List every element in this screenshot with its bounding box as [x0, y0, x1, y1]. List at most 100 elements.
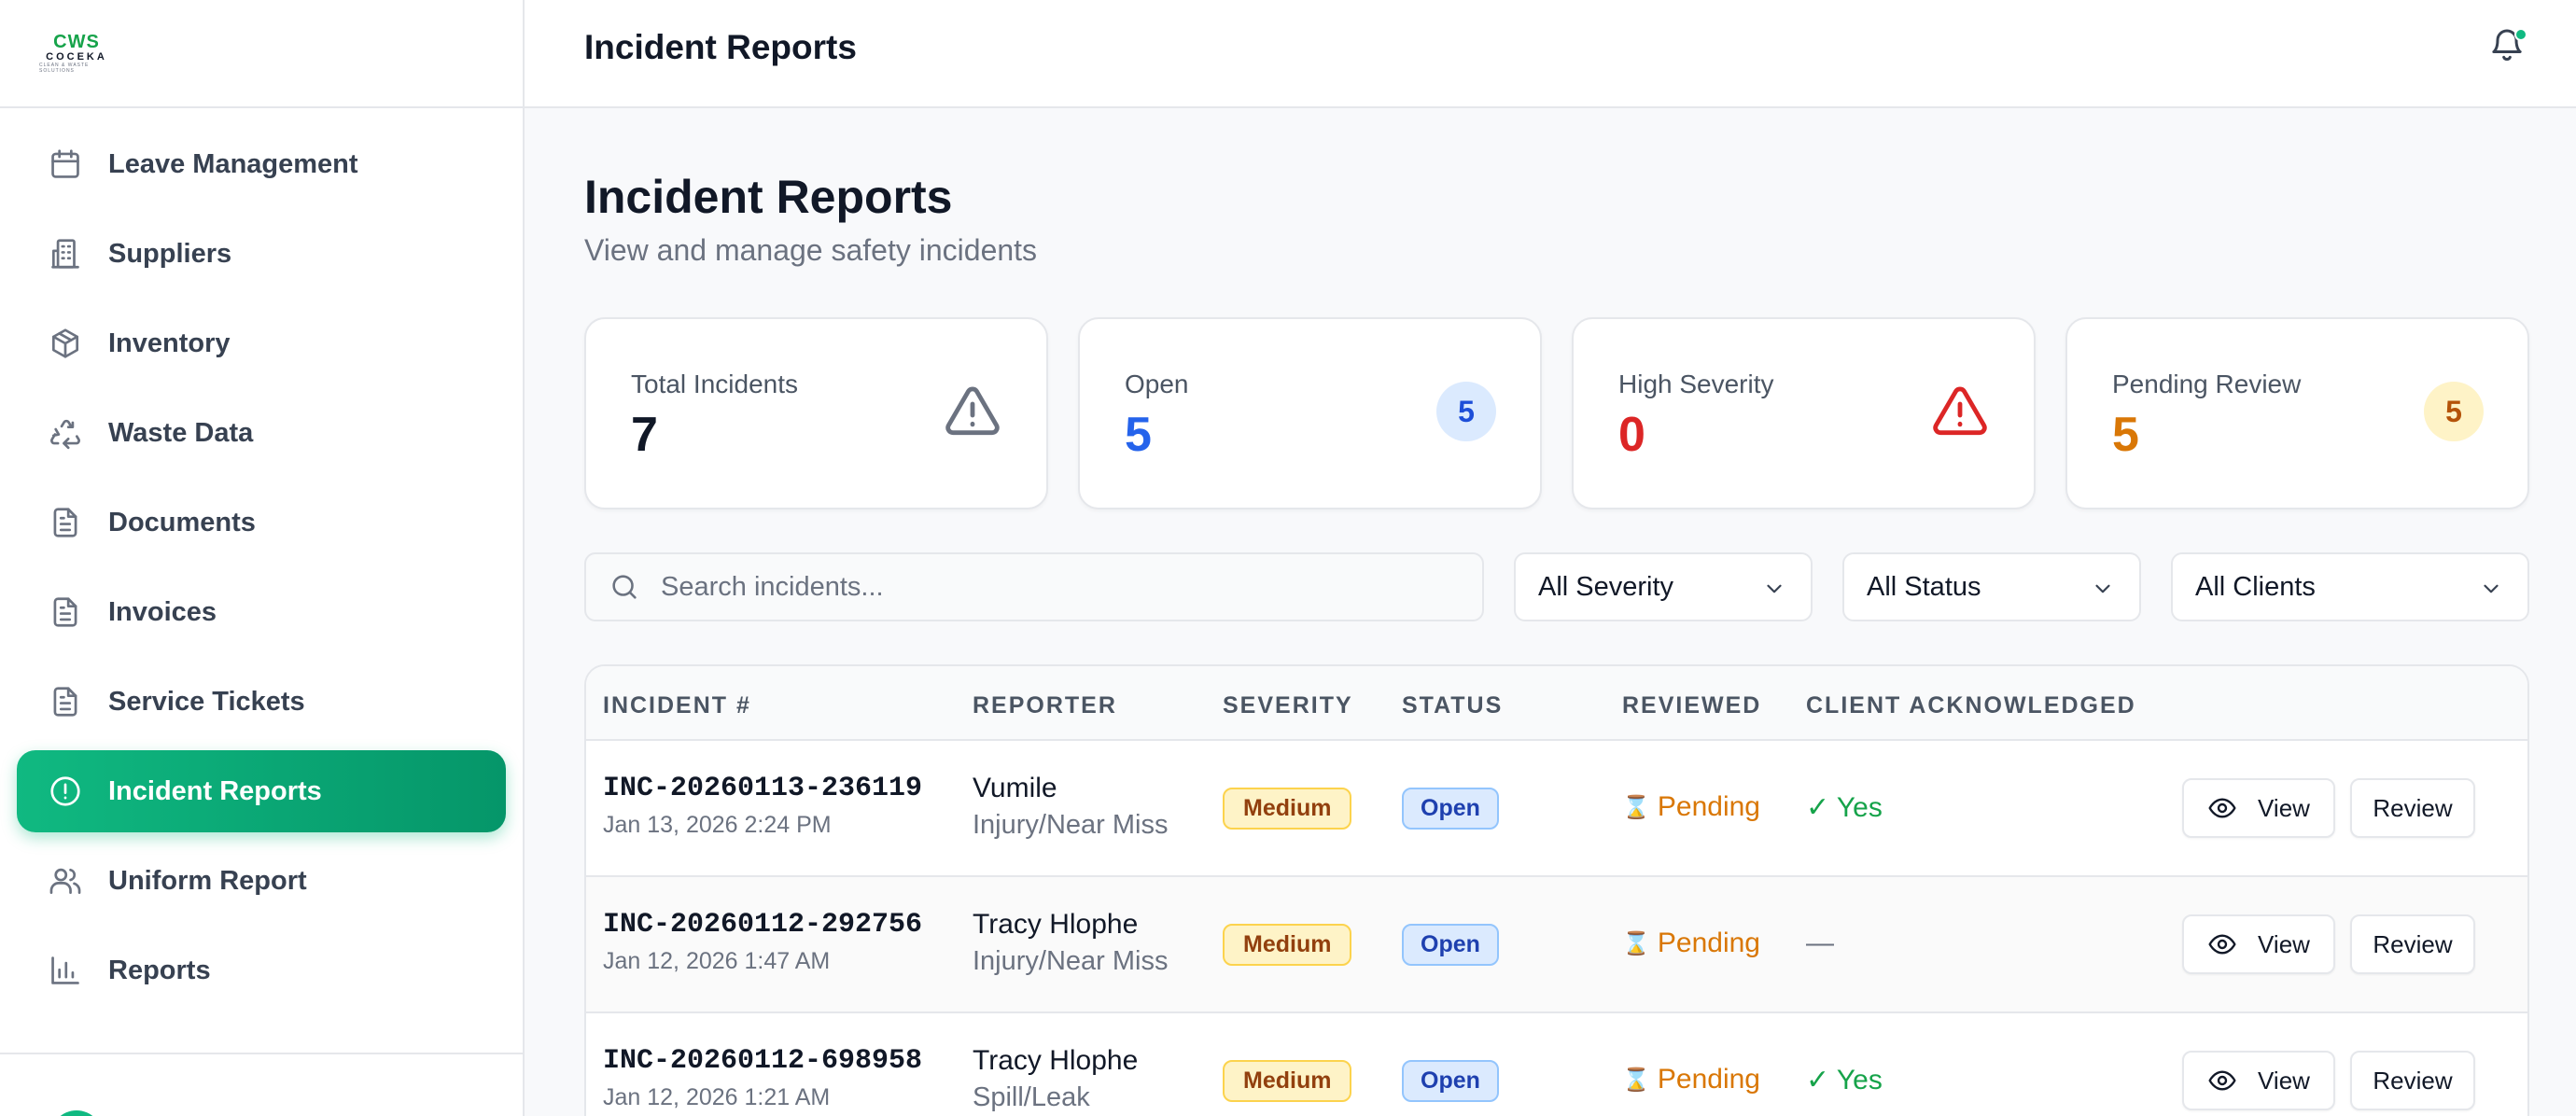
severity-filter-select[interactable]: All Severity: [1514, 552, 1813, 621]
reviewed-cell: ⌛ Pending: [1622, 1064, 1760, 1095]
warning-triangle-icon: [1929, 381, 1991, 442]
sidebar-item-incident-reports[interactable]: Incident Reports: [17, 750, 506, 832]
search-box: [584, 552, 1484, 621]
hourglass-icon: ⌛: [1622, 930, 1650, 956]
status-filter-select[interactable]: All Status: [1842, 552, 2141, 621]
recycle-icon: [47, 414, 84, 452]
document-icon: [47, 683, 84, 720]
stat-label: Open: [1125, 370, 1189, 398]
reviewed-status: Pending: [1657, 791, 1760, 822]
sidebar-item-label: Documents: [108, 507, 256, 537]
severity-cell: Medium: [1223, 924, 1352, 966]
company-logo[interactable]: CWS COCEKA CLEAN & WASTE SOLUTIONS: [39, 33, 114, 74]
stat-value: 7: [631, 408, 658, 462]
sidebar-item-uniform-report[interactable]: Uniform Report: [17, 840, 506, 922]
sidebar-item-invoices[interactable]: Invoices: [17, 571, 506, 653]
sidebar-item-label: Service Tickets: [108, 686, 305, 717]
review-button-label: Review: [2373, 1066, 2453, 1095]
box-icon: [47, 325, 84, 362]
pending-count-badge: 5: [2424, 382, 2484, 441]
column-header-reviewed[interactable]: REVIEWED: [1622, 692, 1761, 719]
review-button[interactable]: Review: [2350, 914, 2475, 974]
search-input[interactable]: [661, 571, 1463, 603]
severity-badge: Medium: [1223, 1060, 1352, 1102]
calendar-icon: [47, 146, 84, 183]
sidebar-item-label: Inventory: [108, 328, 231, 358]
sidebar-item-label: Incident Reports: [108, 775, 322, 806]
reviewed-cell: ⌛ Pending: [1622, 928, 1760, 959]
stat-card-high-severity: High Severity 0: [1572, 317, 2036, 509]
view-button-label: View: [2258, 793, 2310, 822]
view-button-label: View: [2258, 1066, 2310, 1095]
brand-area: CWS COCEKA CLEAN & WASTE SOLUTIONS: [0, 0, 523, 108]
top-bar: Incident Reports: [525, 0, 2576, 108]
sidebar-item-suppliers[interactable]: Suppliers: [17, 213, 506, 295]
stat-card-pending-review: Pending Review 5 5: [2065, 317, 2529, 509]
page-subtitle: View and manage safety incidents: [584, 233, 1038, 267]
sidebar-item-documents[interactable]: Documents: [17, 481, 506, 564]
sidebar-item-label: Invoices: [108, 596, 217, 627]
bar-chart-icon: [47, 952, 84, 989]
chevron-down-icon: [2484, 584, 2499, 593]
column-header-incident[interactable]: INCIDENT #: [603, 692, 751, 719]
clients-filter-value: All Clients: [2195, 571, 2316, 602]
review-button-label: Review: [2373, 929, 2453, 958]
reporter-cell: Tracy Hlophe Spill/Leak: [973, 1045, 1138, 1113]
reporter-cell: Vumile Injury/Near Miss: [973, 773, 1169, 841]
stat-label: High Severity: [1618, 370, 1774, 398]
stat-value: 5: [2112, 408, 2139, 462]
incident-cell: INC-20260112-698958 Jan 12, 2026 1:21 AM: [603, 1045, 922, 1111]
incident-number: INC-20260112-698958: [603, 1045, 923, 1077]
sidebar-item-label: Reports: [108, 955, 211, 985]
sidebar-item-label: Suppliers: [108, 238, 232, 269]
reporter-name: Vumile: [973, 773, 1057, 803]
notifications-button[interactable]: [2488, 26, 2529, 67]
incident-number: INC-20260113-236119: [603, 773, 923, 804]
review-button[interactable]: Review: [2350, 1051, 2475, 1110]
sidebar-footer: [0, 1053, 523, 1116]
table-row[interactable]: INC-20260112-292756 Jan 12, 2026 1:47 AM…: [586, 877, 2527, 1013]
column-header-status[interactable]: STATUS: [1402, 692, 1503, 719]
page-title: Incident Reports: [584, 171, 953, 223]
sidebar-item-waste-data[interactable]: Waste Data: [17, 392, 506, 474]
stat-value: 0: [1618, 408, 1645, 462]
sidebar-item-leave-management[interactable]: Leave Management: [17, 123, 506, 205]
view-button[interactable]: View: [2182, 778, 2335, 838]
logo-mark: CWS: [53, 32, 100, 52]
status-cell: Open: [1402, 788, 1499, 830]
eye-icon: [2208, 798, 2236, 818]
filters-bar: All Severity All Status All Clients: [584, 552, 2529, 621]
column-header-reporter[interactable]: REPORTER: [973, 692, 1117, 719]
stat-card-total-incidents: Total Incidents 7: [584, 317, 1048, 509]
status-cell: Open: [1402, 1060, 1499, 1102]
sidebar-item-inventory[interactable]: Inventory: [17, 302, 506, 384]
table-row[interactable]: INC-20260112-698958 Jan 12, 2026 1:21 AM…: [586, 1013, 2527, 1116]
clients-filter-select[interactable]: All Clients: [2171, 552, 2529, 621]
alert-circle-icon: [47, 773, 84, 810]
client-acknowledged-value: ✓ Yes: [1806, 1065, 1883, 1095]
reporter-name: Tracy Hlophe: [973, 1045, 1139, 1076]
reviewed-status: Pending: [1657, 1064, 1760, 1095]
chevron-down-icon: [2095, 584, 2110, 593]
incident-type: Injury/Near Miss: [973, 946, 1169, 976]
stat-label: Pending Review: [2112, 370, 2302, 398]
review-button[interactable]: Review: [2350, 778, 2475, 838]
view-button[interactable]: View: [2182, 914, 2335, 974]
sidebar-item-service-tickets[interactable]: Service Tickets: [17, 661, 506, 743]
severity-badge: Medium: [1223, 924, 1352, 966]
sidebar-item-label: Leave Management: [108, 148, 358, 179]
sidebar-item-reports[interactable]: Reports: [17, 929, 506, 1011]
stats-cards: Total Incidents 7 Open 5 5 High Severity…: [584, 317, 2529, 509]
reviewed-status: Pending: [1657, 928, 1760, 958]
user-avatar[interactable]: [50, 1110, 103, 1116]
table-row[interactable]: INC-20260113-236119 Jan 13, 2026 2:24 PM…: [586, 741, 2527, 877]
open-count-badge: 5: [1436, 382, 1496, 441]
column-header-severity[interactable]: SEVERITY: [1223, 692, 1353, 719]
client-acknowledged-value: —: [1806, 928, 1834, 958]
incidents-table: INCIDENT # REPORTER SEVERITY STATUS REVI…: [584, 664, 2529, 1116]
severity-badge: Medium: [1223, 788, 1352, 830]
logo-tagline: CLEAN & WASTE SOLUTIONS: [39, 63, 90, 74]
view-button[interactable]: View: [2182, 1051, 2335, 1110]
column-header-client-acknowledged[interactable]: CLIENT ACKNOWLEDGED: [1806, 692, 2136, 719]
incident-type: Spill/Leak: [973, 1082, 1090, 1112]
